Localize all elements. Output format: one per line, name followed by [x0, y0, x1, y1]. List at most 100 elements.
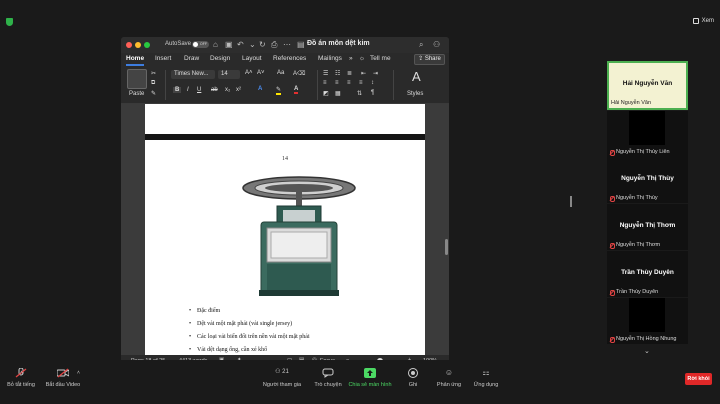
italic-button[interactable]: I	[187, 87, 189, 93]
chevron-down-icon[interactable]: ⌄	[644, 347, 650, 355]
resize-handle[interactable]	[570, 196, 572, 207]
bullets-icon[interactable]: ☰	[323, 70, 328, 77]
chevron-up-icon[interactable]: ˄	[20, 370, 23, 376]
grow-font-icon[interactable]: A˄	[245, 70, 253, 76]
line-spacing-icon[interactable]: ↕	[371, 80, 374, 86]
tab-design[interactable]: Design	[210, 55, 230, 62]
participant-label: Nguyễn Thị Hồng Nhung	[609, 336, 676, 343]
font-color-icon[interactable]: A	[294, 86, 299, 94]
apps-button[interactable]: ⚏ Ứng dụng	[470, 368, 502, 388]
participant-tile[interactable]: Nguyễn Thị Hồng Nhung	[607, 298, 688, 344]
tab-mailings[interactable]: Mailings	[318, 55, 342, 62]
styles-icon[interactable]: A	[412, 69, 421, 84]
chat-icon	[322, 368, 334, 378]
clipboard-icon[interactable]	[127, 69, 147, 89]
participant-name: Hải Nguyễn Văn	[611, 100, 652, 106]
participants-button[interactable]: ⚇ 21 Người tham gia	[260, 368, 304, 388]
save-icon[interactable]: ▣	[225, 40, 233, 49]
borders-icon[interactable]: ▦	[335, 90, 341, 97]
shrink-font-icon[interactable]: A˅	[257, 70, 265, 76]
maximize-window-button[interactable]	[144, 42, 150, 48]
collab-icon[interactable]: ⚇	[433, 40, 440, 49]
align-center-icon[interactable]: ≡	[335, 80, 339, 86]
tab-home[interactable]: Home	[126, 55, 144, 62]
share-screen-button[interactable]: Chia sẻ màn hình	[348, 368, 392, 388]
copy-icon[interactable]: ⧉	[151, 80, 155, 87]
text-effects-icon[interactable]: A	[258, 86, 262, 92]
redo-icon[interactable]: ↻	[259, 40, 266, 49]
participant-tile[interactable]: Nguyễn Thị Thùy Nguyễn Thị Thùy	[607, 157, 688, 203]
tab-layout[interactable]: Layout	[242, 55, 262, 62]
home-icon[interactable]: ⌂	[213, 40, 218, 49]
format-painter-icon[interactable]: ✎	[151, 90, 156, 97]
font-size-select[interactable]: 14	[218, 70, 240, 79]
current-page: 14 Đặc điểm Dệt vải một mặt phải (vải si…	[145, 140, 425, 355]
show-marks-icon[interactable]: ¶	[371, 90, 374, 96]
list-item: Đặc điểm	[189, 308, 220, 314]
underline-button[interactable]: U	[197, 87, 201, 93]
highlight-icon[interactable]: ✎	[276, 86, 282, 95]
participant-tile[interactable]: Nguyễn Thị Thúy Liên	[607, 111, 688, 157]
styles-label[interactable]: Styles	[407, 91, 423, 97]
lightbulb-icon: ☼	[359, 55, 365, 62]
chat-button[interactable]: Trò chuyện	[312, 368, 344, 388]
bold-button[interactable]: B	[173, 87, 182, 93]
grid-icon	[692, 18, 699, 24]
ribbon-divider	[165, 70, 166, 100]
tab-insert[interactable]: Insert	[155, 55, 171, 62]
tab-tell-me[interactable]: Tell me	[370, 55, 391, 62]
knitting-machine-image	[242, 176, 356, 296]
participant-tile[interactable]: Hải Nguyễn Văn Hải Nguyễn Văn	[607, 61, 688, 110]
record-button[interactable]: Ghi	[402, 368, 424, 388]
align-left-icon[interactable]: ≡	[323, 80, 327, 86]
chevrons-right-icon[interactable]: »	[349, 55, 353, 62]
vertical-scrollbar[interactable]	[445, 239, 448, 255]
numbering-icon[interactable]: ☷	[335, 70, 340, 77]
document-icon: ▤	[297, 40, 305, 49]
print-icon[interactable]: ⎙	[271, 40, 277, 50]
participants-count: 21	[282, 369, 289, 375]
close-window-button[interactable]	[126, 42, 132, 48]
superscript-button[interactable]: x²	[236, 87, 241, 93]
sort-icon[interactable]: ⇅	[357, 90, 362, 97]
search-icon[interactable]: ⌕	[419, 40, 423, 50]
font-name-select[interactable]: Times New...	[171, 70, 215, 79]
multilevel-list-icon[interactable]: ≣	[347, 70, 352, 77]
clear-formatting-icon[interactable]: A⌫	[293, 70, 306, 77]
minimize-window-button[interactable]	[135, 42, 141, 48]
ribbon-home: Paste ✂ ⧉ ✎ Times New... 14 A˄ A˅ Aa A⌫ …	[121, 66, 449, 104]
undo-icon[interactable]: ↶	[237, 40, 244, 49]
autosave-toggle[interactable]: OFF	[192, 41, 209, 48]
participant-name: Nguyễn Thị Thùy	[616, 195, 658, 201]
decrease-indent-icon[interactable]: ⇤	[361, 70, 366, 77]
share-button[interactable]: ⇪ Share	[414, 54, 445, 65]
paste-label[interactable]: Paste	[129, 91, 144, 97]
document-canvas[interactable]: 14 Đặc điểm Dệt vải một mặt phải (vải si…	[121, 104, 449, 355]
previous-page	[145, 104, 425, 134]
shading-icon[interactable]: ◩	[323, 90, 329, 97]
increase-indent-icon[interactable]: ⇥	[373, 70, 378, 77]
chevron-down-icon[interactable]: ⌄	[249, 40, 256, 49]
more-icon[interactable]: ⋯	[283, 40, 291, 49]
justify-icon[interactable]: ≡	[359, 80, 363, 86]
participant-tile[interactable]: Trần Thùy Duyên Trần Thùy Duyên	[607, 251, 688, 297]
change-case-icon[interactable]: Aa	[277, 70, 284, 76]
strikethrough-button[interactable]: ab	[211, 87, 218, 93]
view-button[interactable]: Xem	[692, 18, 714, 24]
align-right-icon[interactable]: ≡	[347, 80, 351, 86]
tab-references[interactable]: References	[273, 55, 306, 62]
participant-tile[interactable]: Nguyễn Thị Thơm Nguyễn Thị Thơm	[607, 204, 688, 250]
shield-icon[interactable]	[6, 18, 13, 26]
tab-draw[interactable]: Draw	[184, 55, 199, 62]
apps-icon: ⚏	[482, 368, 490, 377]
chevron-up-icon[interactable]: ˄	[77, 370, 80, 376]
share-label: Share	[424, 56, 441, 62]
share-screen-icon	[364, 368, 376, 378]
zoom-meeting-window: Xem AutoSave OFF ⌂ ▣ ↶ ⌄ ↻ ⎙ ⋯ ▤ Đồ án m…	[0, 0, 720, 404]
reactions-button[interactable]: ☺ Phản ứng	[434, 368, 464, 388]
leave-button[interactable]: Rời khỏi	[685, 373, 712, 385]
participant-label: Nguyễn Thị Thùy	[609, 195, 658, 202]
subscript-button[interactable]: x₂	[225, 87, 230, 93]
participant-display-name: Nguyễn Thị Thơm	[619, 222, 676, 229]
cut-icon[interactable]: ✂	[151, 70, 156, 77]
